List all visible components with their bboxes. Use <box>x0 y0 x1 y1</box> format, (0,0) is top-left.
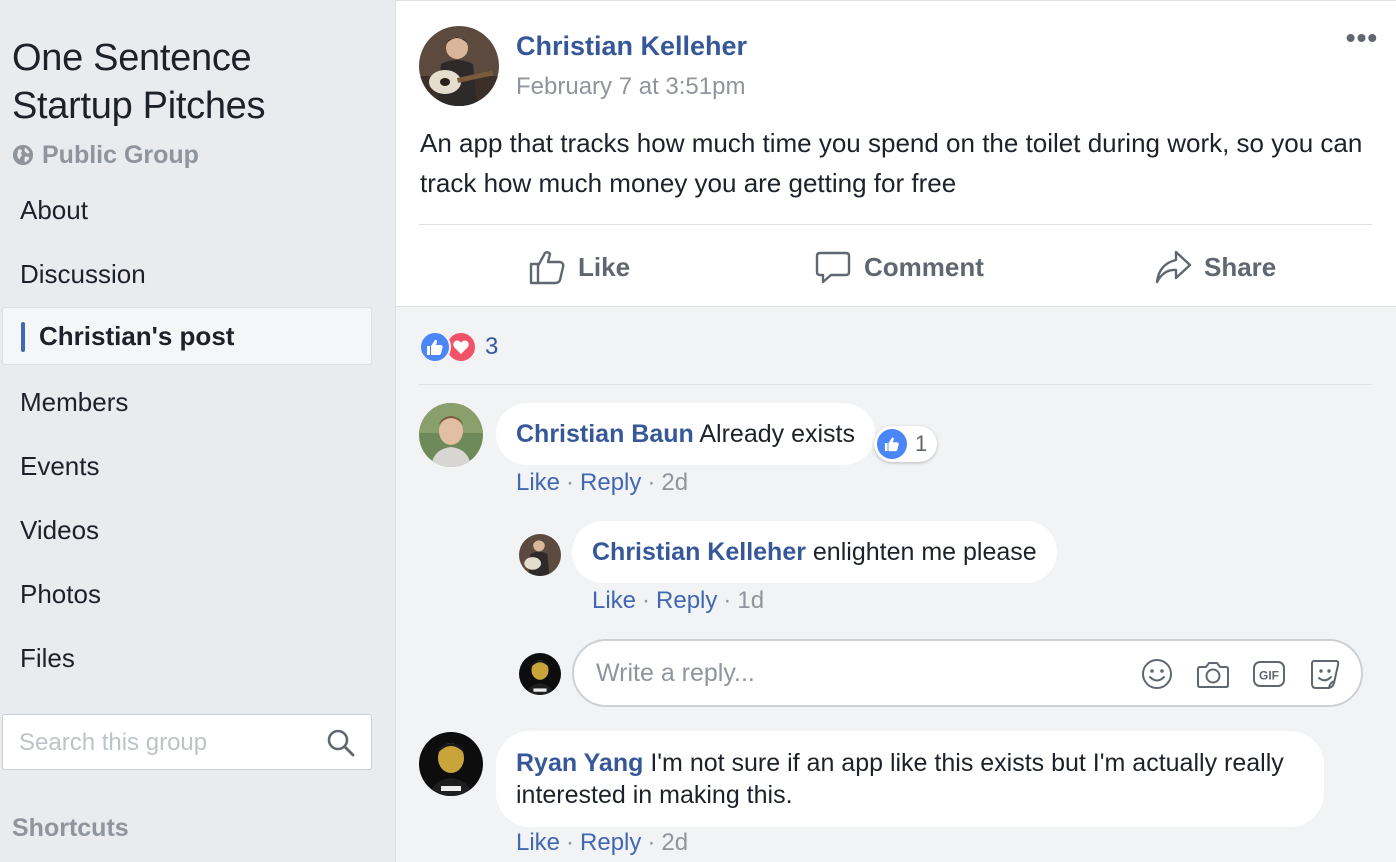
comment-author[interactable]: Christian Baun <box>516 420 694 448</box>
reply-bubble: Christian Kelleher enlighten me please <box>572 521 1057 583</box>
reply-text: enlighten me please <box>812 538 1037 566</box>
like-button[interactable]: Like <box>528 241 630 293</box>
nav-videos[interactable]: Videos <box>2 501 372 559</box>
reaction-summary[interactable]: 3 <box>419 329 498 365</box>
like-reaction-icon <box>419 331 451 363</box>
comment-bubble: Ryan Yang I'm not sure if an app like th… <box>496 731 1324 827</box>
comment-meta: Like · Reply · 2d <box>516 469 688 497</box>
shortcuts-heading: Shortcuts <box>12 814 129 842</box>
share-button[interactable]: Share <box>1154 241 1276 293</box>
reaction-count: 3 <box>485 333 499 360</box>
sticker-icon[interactable] <box>1308 657 1342 691</box>
comment-time[interactable]: 2d <box>661 829 688 857</box>
comments-divider <box>419 384 1372 385</box>
comment-like-link[interactable]: Like <box>516 829 560 857</box>
meta-separator: · <box>642 587 651 614</box>
current-user-avatar <box>519 653 561 695</box>
comment-reply-link[interactable]: Reply <box>580 829 641 857</box>
nav-about[interactable]: About <box>2 181 372 239</box>
comment-bubble: Christian Baun Already exists <box>496 403 875 465</box>
group-privacy: Public Group <box>12 140 199 170</box>
gif-icon[interactable]: GIF <box>1252 657 1286 691</box>
meta-separator: · <box>566 829 575 856</box>
post-divider <box>419 224 1372 225</box>
comment-time[interactable]: 2d <box>661 469 688 497</box>
comment-reply-link[interactable]: Reply <box>580 469 641 497</box>
reply-like-link[interactable]: Like <box>592 587 636 615</box>
search-icon[interactable] <box>325 727 357 759</box>
nav-discussion[interactable]: Discussion <box>2 245 372 303</box>
nav-christians-post[interactable]: Christian's post <box>2 307 372 365</box>
comment-like-count-badge[interactable]: 1 <box>874 426 938 462</box>
group-search-box <box>2 714 372 770</box>
reply-input[interactable] <box>596 655 1116 691</box>
comment-author[interactable]: Ryan Yang <box>516 749 643 777</box>
reply-composer: GIF <box>572 639 1363 707</box>
reply-time[interactable]: 1d <box>737 587 764 615</box>
commenter-avatar[interactable] <box>419 732 483 796</box>
meta-separator: · <box>566 469 575 496</box>
comment-meta: Like · Reply · 2d <box>516 829 688 857</box>
globe-icon <box>12 144 34 166</box>
comment-button[interactable]: Comment <box>814 241 984 293</box>
author-avatar[interactable] <box>419 26 499 106</box>
reply-meta: Like · Reply · 1d <box>592 587 764 615</box>
post-card: Christian Kelleher February 7 at 3:51pm … <box>395 0 1396 862</box>
like-reaction-icon <box>877 429 907 459</box>
reply-reply-link[interactable]: Reply <box>656 587 717 615</box>
privacy-label: Public Group <box>42 140 199 169</box>
more-options-button[interactable]: ••• <box>1342 24 1382 57</box>
group-title[interactable]: One Sentence Startup Pitches <box>12 34 382 130</box>
meta-separator: · <box>723 587 732 614</box>
nav-files[interactable]: Files <box>2 629 372 687</box>
share-button-label: Share <box>1204 251 1277 282</box>
meta-separator: · <box>647 829 656 856</box>
group-sidebar: One Sentence Startup Pitches Public Grou… <box>0 0 395 862</box>
post-text: An app that tracks how much time you spe… <box>420 128 1363 198</box>
comment-button-label: Comment <box>864 251 984 282</box>
reply-author-avatar[interactable] <box>519 534 561 576</box>
like-button-label: Like <box>578 251 631 282</box>
camera-icon[interactable] <box>1196 657 1230 691</box>
emoji-icon[interactable] <box>1140 657 1174 691</box>
meta-separator: · <box>647 469 656 496</box>
comment-text: Already exists <box>699 420 855 448</box>
share-icon <box>1155 250 1192 284</box>
post-timestamp[interactable]: February 7 at 3:51pm <box>516 73 745 101</box>
comment-icon <box>815 251 851 284</box>
thumbs-up-icon <box>529 251 565 285</box>
comment-like-count: 1 <box>915 431 928 456</box>
comment-like-link[interactable]: Like <box>516 469 560 497</box>
svg-text:GIF: GIF <box>1259 669 1279 683</box>
nav-members[interactable]: Members <box>2 373 372 431</box>
comments-section: 3 Christian Baun Already exists 1 Like ·… <box>396 306 1396 862</box>
nav-photos[interactable]: Photos <box>2 565 372 623</box>
post-author-name[interactable]: Christian Kelleher <box>516 31 747 62</box>
reply-author[interactable]: Christian Kelleher <box>592 538 806 566</box>
nav-events[interactable]: Events <box>2 437 372 495</box>
group-search-input[interactable] <box>19 727 309 759</box>
commenter-avatar[interactable] <box>419 403 483 467</box>
